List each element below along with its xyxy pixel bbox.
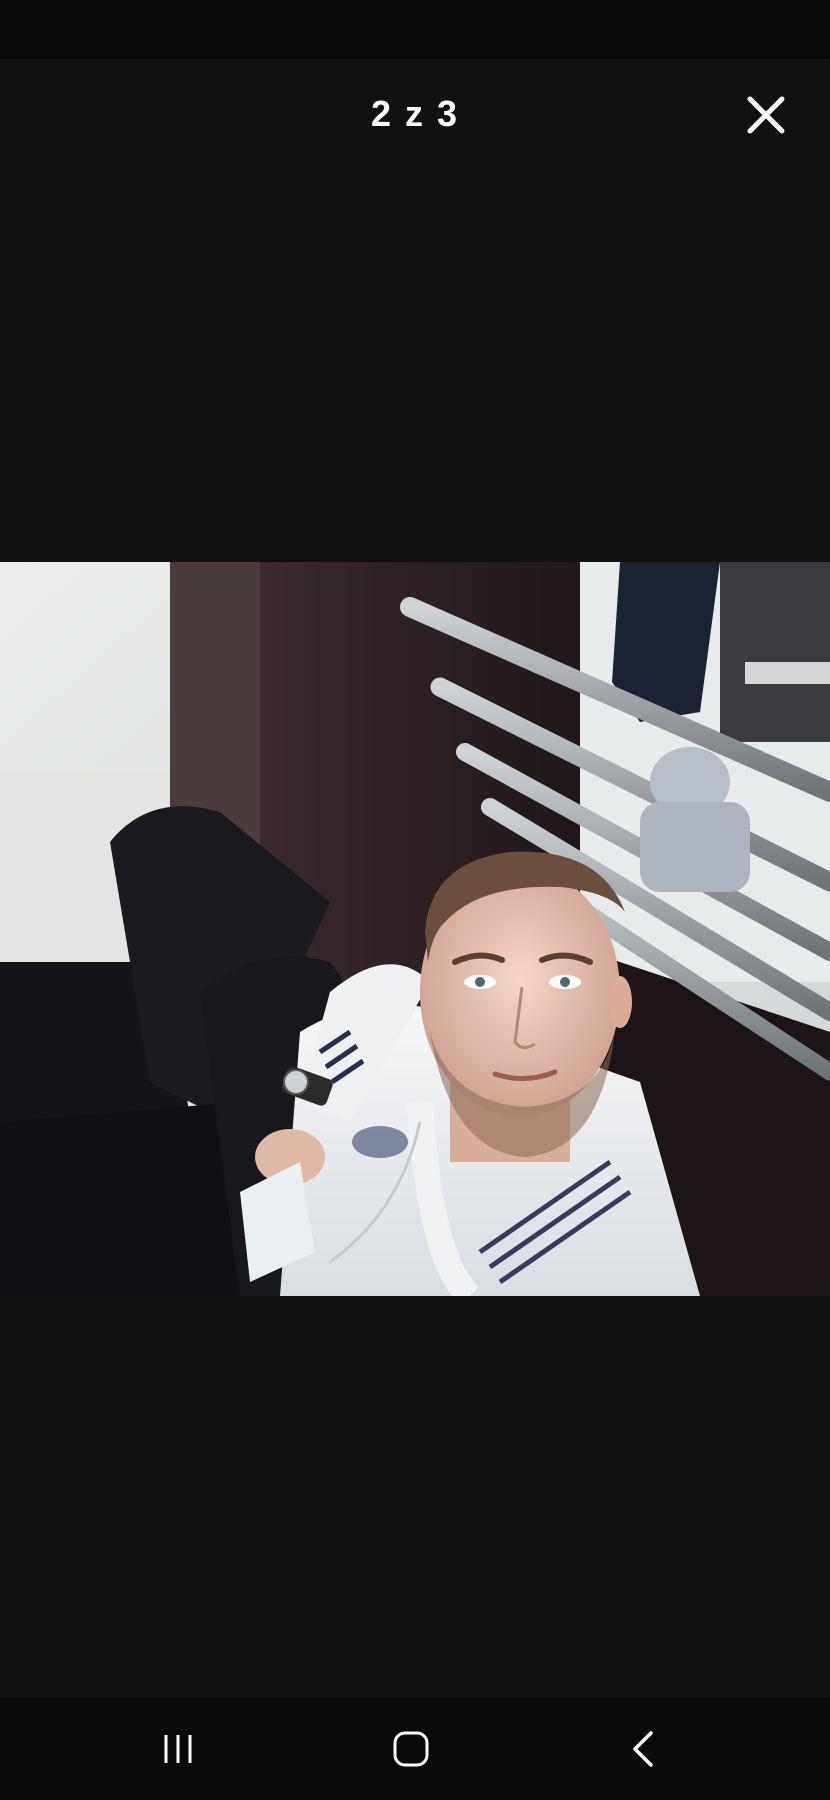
- navigation-bar: [0, 1697, 830, 1800]
- close-button[interactable]: [738, 87, 794, 143]
- photo[interactable]: [0, 562, 830, 1296]
- recents-button[interactable]: [138, 1719, 218, 1779]
- back-icon: [633, 1731, 653, 1767]
- viewer-header: 2 z 3: [0, 59, 830, 169]
- back-button[interactable]: [604, 1719, 684, 1779]
- home-icon: [393, 1731, 429, 1767]
- recents-icon: [164, 1735, 192, 1763]
- status-bar: [0, 0, 830, 59]
- home-button[interactable]: [371, 1719, 451, 1779]
- selfie-photo: [0, 562, 830, 1296]
- close-icon: [747, 96, 785, 134]
- image-viewer-screen: 2 z 3: [0, 0, 830, 1800]
- image-counter: 2 z 3: [370, 93, 460, 134]
